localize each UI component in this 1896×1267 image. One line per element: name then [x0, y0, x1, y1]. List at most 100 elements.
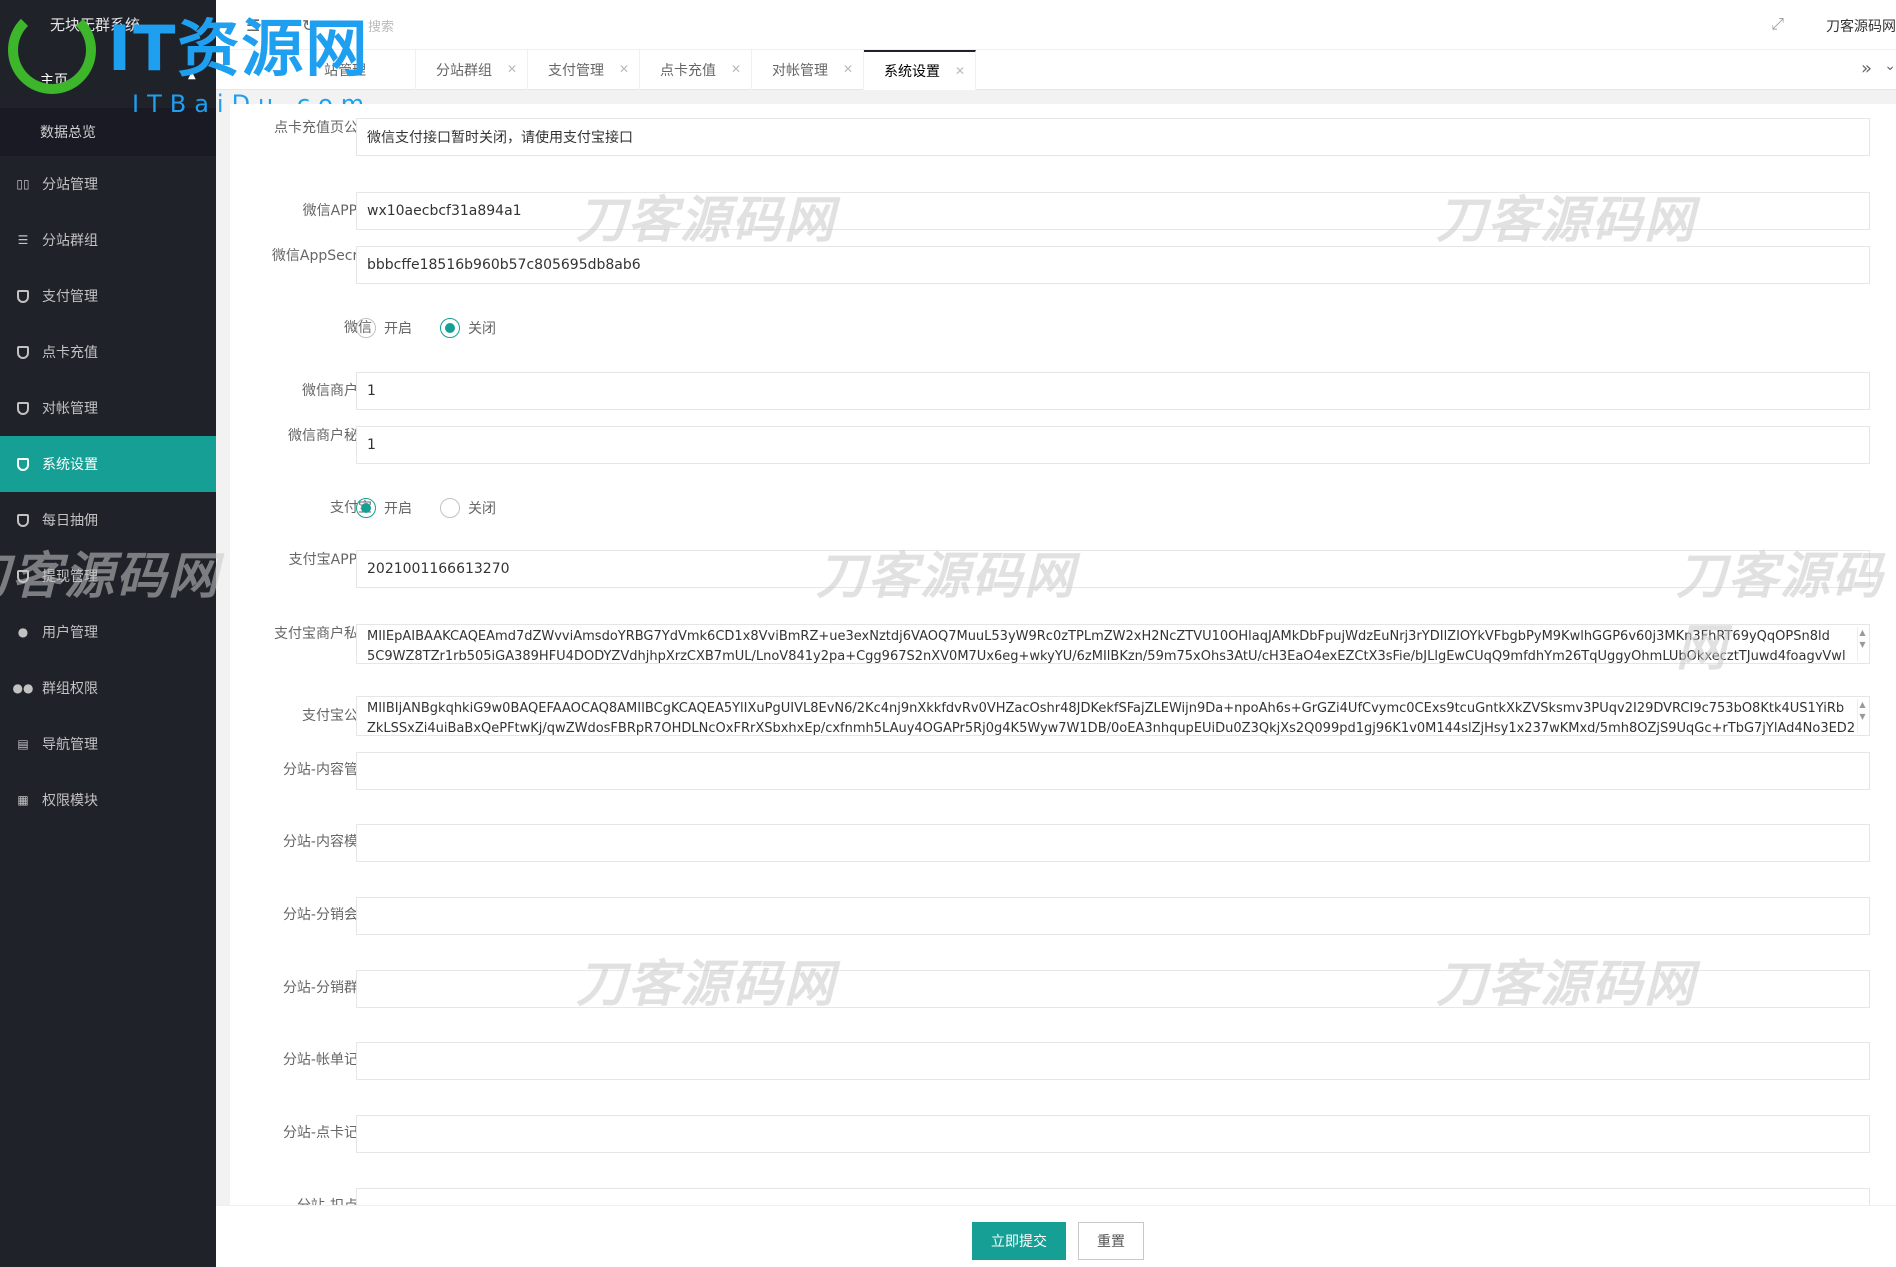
wx-open-radio[interactable]: 开启	[356, 318, 412, 338]
chevron-down-icon[interactable]: ⌄	[1884, 58, 1896, 74]
shield-icon	[16, 401, 30, 415]
nav-label: 权限模块	[42, 793, 98, 809]
logo-ring-icon	[8, 6, 96, 94]
card-notice-input[interactable]: 微信支付接口暂时关闭，请使用支付宝接口	[356, 118, 1870, 156]
shield-icon	[16, 513, 30, 527]
users-icon: ●●	[12, 681, 34, 695]
sub-item-label: 数据总览	[40, 125, 96, 141]
wx-secret-input[interactable]: bbbcffe18516b960b57c805695db8ab6	[356, 246, 1870, 284]
radio-label: 开启	[384, 321, 412, 337]
fz-card-input[interactable]	[356, 1115, 1870, 1153]
fz-points-input[interactable]	[356, 1188, 1870, 1205]
textarea-line: ZkLSSxZi4uiBaBxQePFtwKj/qwZWdosFBRpR7OHD…	[367, 721, 1856, 736]
shield-icon	[16, 345, 30, 359]
nav-label: 导航管理	[42, 737, 98, 753]
shield-icon	[16, 289, 30, 303]
radio-circle	[440, 498, 460, 518]
radio-label: 关闭	[468, 501, 496, 517]
nav-label: 系统设置	[42, 457, 98, 473]
fz-bill-input[interactable]	[356, 1042, 1870, 1080]
tab-system-settings[interactable]: 系统设置 ✕	[864, 50, 976, 90]
radio-circle-checked	[356, 498, 376, 518]
sidebar-item-group-perm[interactable]: ●● 群组权限	[0, 660, 216, 716]
alipay-private-textarea[interactable]: MIIEpAIBAAKCAQEAmd7dZWvviAmsdoYRBG7YdVmk…	[356, 624, 1870, 664]
fullscreen-icon[interactable]: ⤢	[1771, 14, 1784, 34]
nav-label: 支付管理	[42, 289, 98, 305]
nav-icon: ▤	[17, 737, 29, 751]
wx-close-radio[interactable]: 关闭	[440, 318, 496, 338]
sidebar-item-reconcile[interactable]: 对帐管理	[0, 380, 216, 436]
close-icon[interactable]: ✕	[507, 62, 517, 76]
shield-icon	[16, 569, 30, 583]
alipay-radio-group: 开启 关闭	[356, 498, 524, 518]
fz-group-input[interactable]	[356, 970, 1870, 1008]
wx-mch-key-input[interactable]: 1	[356, 426, 1870, 464]
tab-reconcile[interactable]: 对帐管理 ✕	[752, 50, 864, 90]
columns-icon: ▯▯	[16, 177, 30, 191]
reset-button[interactable]: 重置	[1078, 1222, 1144, 1260]
search-input[interactable]: 搜索	[368, 16, 394, 35]
sidebar-item-card-recharge[interactable]: 点卡充值	[0, 324, 216, 380]
nav-label: 分站管理	[42, 177, 98, 193]
alipay-open-radio[interactable]: 开启	[356, 498, 412, 518]
nav-label: 对帐管理	[42, 401, 98, 417]
alipay-appid-input[interactable]: 2021001166613270	[356, 550, 1870, 588]
nav-label: 用户管理	[42, 625, 98, 641]
wx-radio-group: 开启 关闭	[356, 318, 524, 338]
submit-button[interactable]: 立即提交	[972, 1222, 1066, 1260]
double-chevron-right-icon[interactable]: »	[1861, 58, 1872, 79]
sidebar: 无块无群系统 主页 ▲ 数据总览 ▯▯ 分站管理 ☰ 分站群组 支付管理 点卡充…	[0, 0, 216, 1267]
alipay-public-textarea[interactable]: MIIBIjANBgkqhkiG9w0BAQEFAAOCAQ8AMIIBCgKC…	[356, 696, 1870, 736]
textarea-line: 5C9WZ8TZr1rb505iGA389HFU4DODYZVdhjhpXrzC…	[367, 649, 1846, 664]
sidebar-item-fz-group[interactable]: ☰ 分站群组	[0, 212, 216, 268]
sidebar-item-pay-manage[interactable]: 支付管理	[0, 268, 216, 324]
nav-label: 群组权限	[42, 681, 98, 697]
sidebar-item-nav-manage[interactable]: ▤ 导航管理	[0, 716, 216, 772]
user-icon: ●	[17, 625, 29, 639]
scrollbar[interactable]: ▲ ▼	[1857, 627, 1867, 661]
nav-label: 提现管理	[42, 569, 98, 585]
fz-content-input[interactable]	[356, 752, 1870, 790]
close-icon[interactable]: ✕	[843, 62, 853, 76]
wx-appid-input[interactable]: wx10aecbcf31a894a1	[356, 192, 1870, 230]
fz-member-input[interactable]	[356, 897, 1870, 935]
nav-label: 点卡充值	[42, 345, 98, 361]
shield-icon	[16, 457, 30, 471]
textarea-line: MIIEpAIBAAKCAQEAmd7dZWvviAmsdoYRBG7YdVmk…	[367, 629, 1830, 644]
textarea-line: MIIBIjANBgkqhkiG9w0BAQEFAAOCAQ8AMIIBCgKC…	[367, 701, 1845, 716]
sidebar-item-withdraw[interactable]: 提现管理	[0, 548, 216, 604]
radio-circle	[356, 318, 376, 338]
close-icon[interactable]: ✕	[731, 62, 741, 76]
close-icon[interactable]: ✕	[619, 62, 629, 76]
sidebar-item-daily-commission[interactable]: 每日抽佣	[0, 492, 216, 548]
close-icon[interactable]: ✕	[955, 64, 965, 78]
settings-form: 点卡充值页公告 微信支付接口暂时关闭，请使用支付宝接口 微信APPID wx10…	[230, 104, 1896, 1205]
tab-bar: 站管理 分站群组 ✕ 支付管理 ✕ 点卡充值 ✕ 对帐管理 ✕ 系统设置 ✕ »…	[216, 50, 1896, 90]
radio-label: 开启	[384, 501, 412, 517]
scrollbar[interactable]: ▲ ▼	[1857, 699, 1867, 733]
tab-pay-manage[interactable]: 支付管理 ✕	[528, 50, 640, 90]
grid-icon: ▦	[17, 793, 29, 807]
top-header: ☰ ↻ 搜索 ⤢ 刀客源码网	[216, 0, 1896, 50]
tab-fz-group[interactable]: 分站群组 ✕	[416, 50, 528, 90]
wx-mch-input[interactable]: 1	[356, 372, 1870, 410]
tab-label: 系统设置	[884, 64, 940, 80]
sidebar-nav: ▯▯ 分站管理 ☰ 分站群组 支付管理 点卡充值 对帐管理 系统设置 每日抽佣	[0, 156, 216, 828]
radio-label: 关闭	[468, 321, 496, 337]
logo-text: IT资源网	[108, 12, 370, 85]
alipay-close-radio[interactable]: 关闭	[440, 498, 496, 518]
radio-circle-checked	[440, 318, 460, 338]
site-name[interactable]: 刀客源码网	[1826, 16, 1896, 36]
tab-card-recharge[interactable]: 点卡充值 ✕	[640, 50, 752, 90]
tab-label: 分站群组	[436, 63, 492, 79]
tab-label: 对帐管理	[772, 63, 828, 79]
sidebar-item-perm-module[interactable]: ▦ 权限模块	[0, 772, 216, 828]
sidebar-item-system-settings[interactable]: 系统设置	[0, 436, 216, 492]
tab-label: 支付管理	[548, 63, 604, 79]
sidebar-item-users[interactable]: ● 用户管理	[0, 604, 216, 660]
tab-label: 点卡充值	[660, 63, 716, 79]
fz-template-input[interactable]	[356, 824, 1870, 862]
form-actions: 立即提交 重置	[216, 1205, 1896, 1267]
sidebar-item-fz-manage[interactable]: ▯▯ 分站管理	[0, 156, 216, 212]
sliders-icon: ☰	[17, 233, 29, 247]
